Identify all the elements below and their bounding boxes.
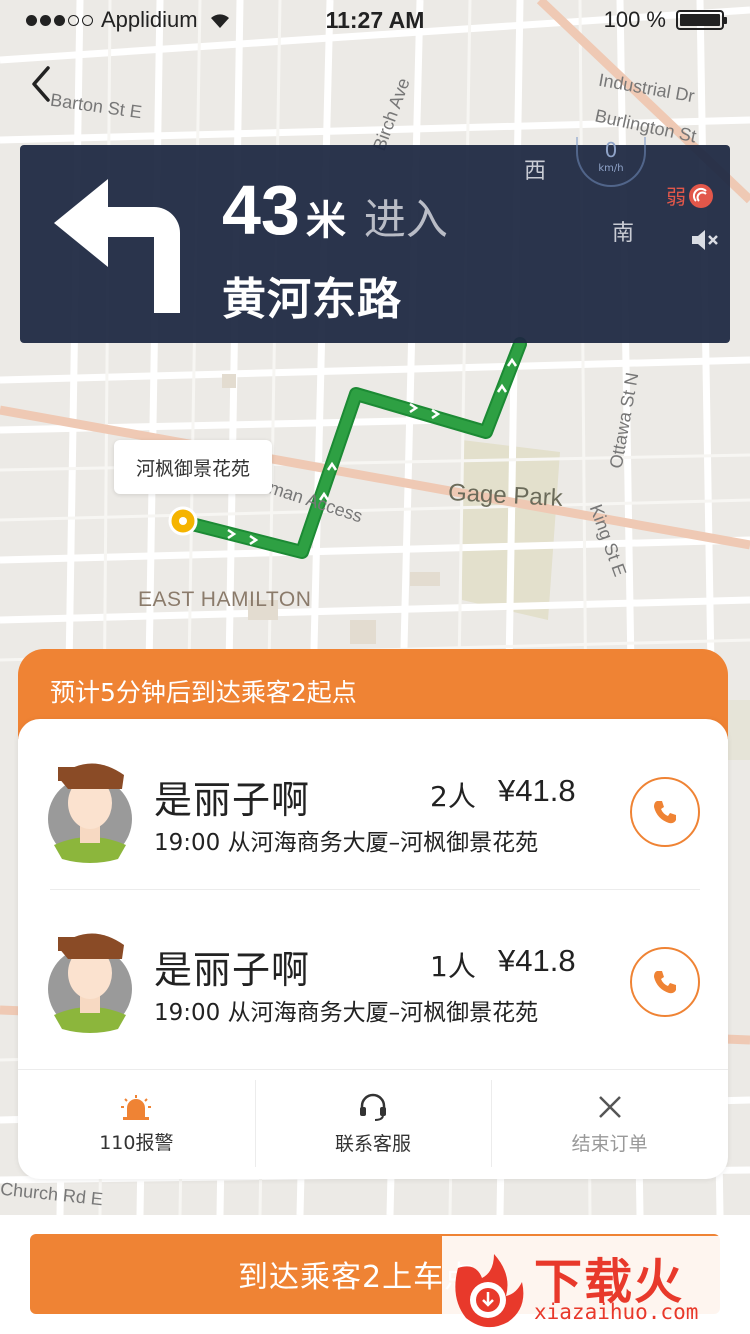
close-icon xyxy=(598,1096,621,1118)
call-button[interactable] xyxy=(630,777,700,847)
status-bar: Applidium 11:27 AM 100 % xyxy=(0,0,750,40)
avatar xyxy=(48,763,132,863)
origin-place-label: 河枫御景花苑 xyxy=(114,440,272,494)
passenger-count: 2人 xyxy=(430,780,476,813)
police-alarm-button[interactable]: 110报警 xyxy=(18,1070,255,1179)
battery: 100 % xyxy=(603,7,727,33)
speedometer: 0 km/h xyxy=(576,137,646,187)
turn-action: 进入 xyxy=(363,195,448,244)
end-order-button[interactable]: 结束订单 xyxy=(491,1070,728,1179)
fare-price: ¥41.8 xyxy=(498,773,576,808)
map-label-east-hamilton: EAST HAMILTON xyxy=(138,588,312,611)
turn-distance: 43 米 进入 xyxy=(222,175,448,247)
passenger-name: 是丽子啊 xyxy=(154,778,311,822)
passenger-count: 1人 xyxy=(430,950,476,983)
navigation-banner: 43 米 进入 黄河东路 西 南 0 km/h 弱 xyxy=(20,137,730,343)
back-button[interactable] xyxy=(24,62,60,106)
phone-icon xyxy=(654,971,676,994)
speed-value: 0 xyxy=(604,138,618,162)
map-label-gage-park: Gage Park xyxy=(447,479,564,512)
distance-value: 43 xyxy=(222,171,300,249)
trip-route: 19:00 从河海商务大厦–河枫御景花苑 xyxy=(154,1000,539,1026)
passenger-name: 是丽子啊 xyxy=(154,948,311,992)
passenger-row[interactable]: 是丽子啊 2人 ¥41.8 19:00 从河海商务大厦–河枫御景花苑 xyxy=(18,719,728,889)
watermark-url: xiazaihuo.com xyxy=(534,1300,699,1324)
phone-icon xyxy=(654,801,676,824)
distance-unit: 米 xyxy=(305,198,346,244)
turn-left-arrow-icon xyxy=(54,179,180,313)
call-button[interactable] xyxy=(630,947,700,1017)
gps-signal: 弱 xyxy=(666,181,714,210)
trip-route: 19:00 从河海商务大厦–河枫御景花苑 xyxy=(154,830,539,856)
headset-icon xyxy=(360,1093,386,1121)
action-label: 联系客服 xyxy=(335,1133,412,1155)
customer-service-button[interactable]: 联系客服 xyxy=(254,1070,492,1179)
battery-icon xyxy=(676,10,727,30)
watermark: 下载火 xiazaihuo.com xyxy=(442,1236,750,1334)
compass-west: 西 xyxy=(524,159,547,184)
fare-price: ¥41.8 xyxy=(498,943,576,978)
gps-signal-icon xyxy=(689,183,713,208)
passenger-list: 是丽子啊 2人 ¥41.8 19:00 从河海商务大厦–河枫御景花苑 是丽子啊 … xyxy=(18,719,728,1179)
flame-logo-icon xyxy=(455,1254,524,1328)
passenger-row[interactable]: 是丽子啊 1人 ¥41.8 19:00 从河海商务大厦–河枫御景花苑 xyxy=(18,889,728,1059)
avatar xyxy=(48,933,132,1033)
gps-signal-text: 弱 xyxy=(666,185,686,209)
action-label: 110报警 xyxy=(99,1132,174,1154)
alarm-light-icon xyxy=(121,1095,152,1120)
next-road-name: 黄河东路 xyxy=(222,274,402,325)
action-bar: 110报警 联系客服 结束订单 xyxy=(18,1069,728,1179)
speaker-mute-icon[interactable] xyxy=(690,227,720,253)
speed-unit: km/h xyxy=(598,163,624,174)
battery-text: 100 % xyxy=(603,7,666,32)
trip-card: 预计5分钟后到达乘客2起点 是丽子啊 2人 ¥41.8 19:00 从河海商务大… xyxy=(18,649,728,1179)
action-label: 结束订单 xyxy=(571,1133,648,1155)
compass-south: 南 xyxy=(612,221,635,246)
